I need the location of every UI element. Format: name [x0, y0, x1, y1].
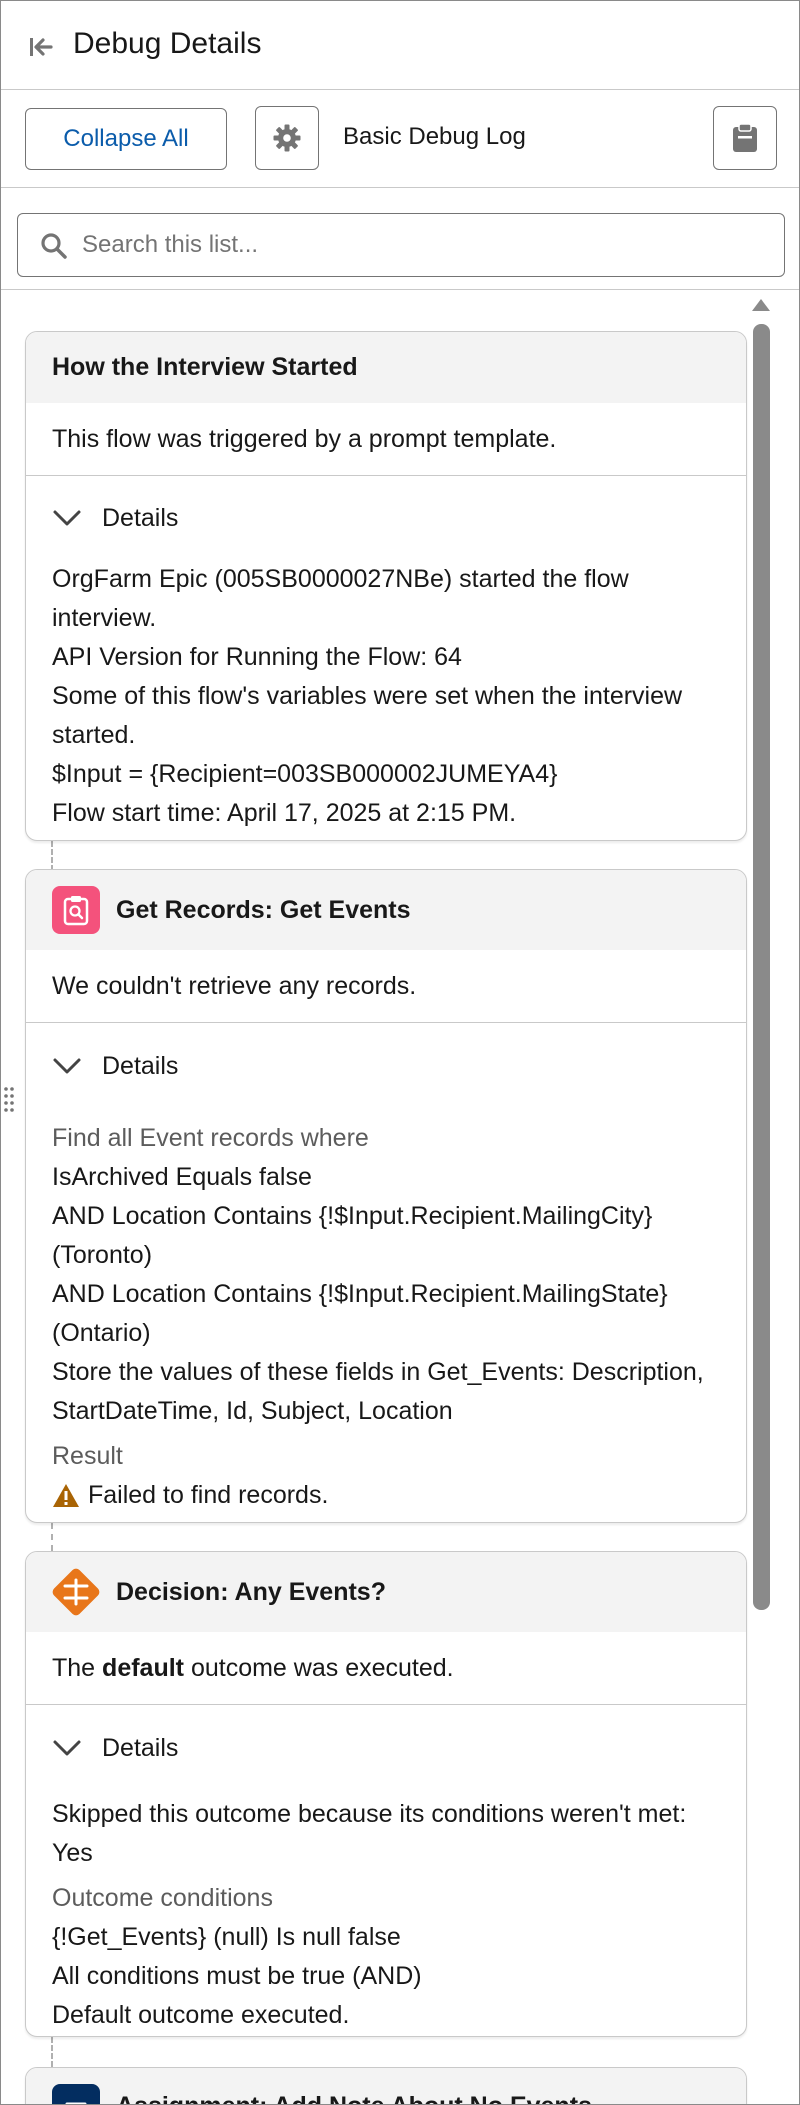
card-summary: We couldn't retrieve any records. — [26, 950, 746, 1023]
conditions-heading: Outcome conditions — [52, 1884, 273, 1912]
collapse-all-button[interactable]: Collapse All — [25, 108, 227, 170]
resize-handle-icon[interactable] — [3, 1085, 15, 1115]
panel-header: Debug Details — [1, 1, 799, 90]
details-body: Find all Event records where IsArchived … — [26, 1109, 746, 1515]
details-body: Skipped this outcome because its conditi… — [26, 1791, 746, 2035]
detail-line: AND Location Contains {!$Input.Recipient… — [52, 1202, 653, 1230]
details-toggle[interactable]: Details — [26, 476, 746, 560]
gear-icon — [273, 124, 301, 152]
assignment-card: Assignment: Add Note About No Events — [25, 2067, 747, 2104]
detail-line: IsArchived Equals false — [52, 1163, 312, 1191]
result-row: Failed to find records. — [52, 1476, 720, 1515]
card-header: Get Records: Get Events — [26, 870, 746, 950]
card-title: Get Records: Get Events — [116, 895, 411, 924]
search-box — [17, 213, 785, 277]
search-input[interactable] — [82, 224, 762, 266]
decision-card: Decision: Any Events? The default outcom… — [25, 1551, 747, 2037]
details-toggle[interactable]: Details — [26, 1023, 746, 1109]
divider — [1, 289, 799, 290]
detail-line: {!Get_Events} (null) Is null false — [52, 1923, 401, 1951]
detail-line: Yes — [52, 1839, 93, 1867]
settings-button[interactable] — [255, 106, 319, 170]
details-label: Details — [102, 503, 179, 532]
scrollbar-thumb[interactable] — [753, 324, 770, 1610]
detail-line: OrgFarm Epic (005SB0000027NBe) started t… — [52, 565, 629, 593]
summary-bold: default — [102, 1653, 184, 1682]
details-label: Details — [102, 1733, 179, 1762]
summary-suffix: outcome was executed. — [190, 1653, 454, 1682]
criteria-heading: Find all Event records where — [52, 1124, 369, 1152]
get-records-card: Get Records: Get Events We couldn't retr… — [25, 869, 747, 1523]
detail-line: Default outcome executed. — [52, 2001, 350, 2029]
collapse-panel-icon[interactable] — [27, 33, 55, 61]
detail-line: (Ontario) — [52, 1319, 151, 1347]
detail-line: API Version for Running the Flow: 64 — [52, 643, 462, 671]
details-label: Details — [102, 1051, 179, 1080]
detail-line: All conditions must be true (AND) — [52, 1962, 422, 1990]
chevron-down-icon — [53, 1058, 81, 1074]
toolbar: Collapse All Basic Debug Log — [1, 91, 799, 188]
result-heading: Result — [52, 1442, 123, 1470]
card-title: How the Interview Started — [52, 353, 358, 381]
detail-line: interview. — [52, 604, 157, 632]
detail-line: $Input = {Recipient=003SB000002JUMEYA4} — [52, 760, 558, 788]
card-summary: The default outcome was executed. — [26, 1632, 746, 1705]
search-icon — [41, 233, 67, 259]
clipboard-icon — [733, 123, 757, 152]
summary-prefix: The — [52, 1653, 96, 1682]
details-toggle[interactable]: Details — [26, 1705, 746, 1791]
detail-line: Flow start time: April 17, 2025 at 2:15 … — [52, 799, 517, 827]
assignment-icon — [52, 2084, 100, 2104]
warning-icon — [53, 1483, 79, 1507]
card-header: Decision: Any Events? — [26, 1552, 746, 1632]
detail-line: AND Location Contains {!$Input.Recipient… — [52, 1280, 668, 1308]
chevron-down-icon — [53, 510, 81, 526]
debug-panel: Debug Details Collapse All Basic Debug L… — [0, 0, 800, 2105]
detail-line: StartDateTime, Id, Subject, Location — [52, 1397, 453, 1425]
detail-line: (Toronto) — [52, 1241, 153, 1269]
detail-line: Skipped this outcome because its conditi… — [52, 1800, 687, 1828]
card-summary: This flow was triggered by a prompt temp… — [26, 403, 746, 476]
flow-connector — [51, 2037, 53, 2067]
interview-started-card: How the Interview Started This flow was … — [25, 331, 747, 841]
card-header: Assignment: Add Note About No Events — [26, 2068, 746, 2104]
log-level-label: Basic Debug Log — [343, 123, 526, 150]
card-title: Assignment: Add Note About No Events — [116, 2092, 592, 2104]
page-title: Debug Details — [73, 27, 262, 60]
copy-to-clipboard-button[interactable] — [713, 106, 777, 170]
detail-line: started. — [52, 721, 136, 749]
flow-connector — [51, 841, 53, 871]
result-text: Failed to find records. — [88, 1481, 329, 1509]
card-title: Decision: Any Events? — [116, 1577, 386, 1606]
detail-line: Some of this flow's variables were set w… — [52, 682, 683, 710]
get-records-icon — [52, 886, 100, 934]
chevron-down-icon — [53, 1740, 81, 1756]
flow-connector — [51, 1523, 53, 1551]
card-header: How the Interview Started — [26, 332, 746, 403]
detail-line: Store the values of these fields in Get_… — [52, 1358, 704, 1386]
scroll-up-arrow[interactable] — [752, 299, 770, 311]
decision-icon — [48, 1564, 104, 1620]
details-body: OrgFarm Epic (005SB0000027NBe) started t… — [26, 560, 746, 833]
